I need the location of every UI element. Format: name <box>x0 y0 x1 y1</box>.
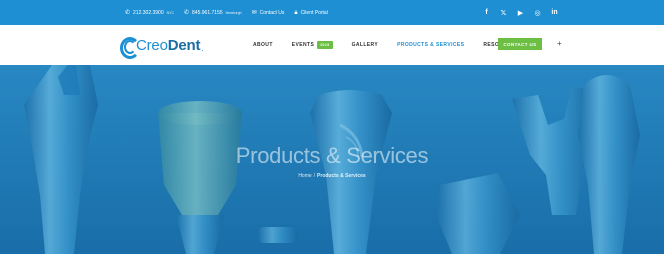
nav-gallery-label: GALLERY <box>351 42 379 48</box>
client-portal-link[interactable]: 🔒︎ Client Portal <box>294 10 327 16</box>
youtube-icon[interactable]: ▶ <box>516 9 525 17</box>
nav-products-services[interactable]: PRODUCTS & SERVICES <box>397 42 464 48</box>
logo-mark-icon <box>120 36 140 59</box>
phone-nyc-link[interactable]: ✆ 212.302.3900 NYC <box>125 10 174 16</box>
instagram-icon[interactable]: ◎ <box>533 9 542 17</box>
phone-newburgh-number: 845.961.7155 <box>192 9 223 16</box>
phone-newburgh-tag: Newburgh <box>225 10 242 15</box>
breadcrumb-home-link[interactable]: Home <box>298 173 311 179</box>
contact-us-label: Contact Us <box>259 9 285 16</box>
phone-nyc-number: 212.302.3900 <box>133 9 164 16</box>
site-header: CreoDent . ABOUT EVENTS 2019 GALLERY PRO… <box>0 25 664 65</box>
facebook-icon[interactable]: f <box>482 9 491 16</box>
breadcrumb-current: Products & Services <box>317 173 366 179</box>
nav-about-label: ABOUT <box>253 42 273 48</box>
phone-newburgh-link[interactable]: ✆ 845.961.7155 Newburgh <box>184 10 242 16</box>
logo-dot: . <box>201 44 204 53</box>
contact-us-button[interactable]: CONTACT US <box>498 38 542 50</box>
nav-gallery[interactable]: GALLERY <box>352 42 379 48</box>
nav-events[interactable]: EVENTS 2019 <box>292 41 333 49</box>
twitter-icon[interactable]: 𝕏 <box>499 9 508 17</box>
phone-icon: ✆ <box>125 9 131 16</box>
search-toggle-icon[interactable]: + <box>557 38 562 50</box>
contact-info: ✆ 212.302.3900 NYC ✆ 845.961.7155 Newbur… <box>125 0 328 25</box>
breadcrumb-separator: / <box>313 173 316 179</box>
nav-about[interactable]: ABOUT <box>253 42 273 48</box>
hero-banner: Products & Services Home / Products & Serv… <box>0 65 664 254</box>
page-title: Products & Services <box>235 143 429 168</box>
logo-text-light: Creo <box>136 36 168 54</box>
creodent-logo[interactable]: CreoDent . <box>120 34 204 59</box>
phone-nyc-tag: NYC <box>166 10 175 15</box>
main-nav: ABOUT EVENTS 2019 GALLERY PRODUCTS & SER… <box>253 25 538 65</box>
social-links: f 𝕏 ▶ ◎ in <box>482 0 559 25</box>
nav-events-label: EVENTS <box>291 42 315 48</box>
top-contact-bar: ✆ 212.302.3900 NYC ✆ 845.961.7155 Newbur… <box>0 0 664 25</box>
logo-text-bold: Dent <box>167 36 201 54</box>
linkedin-icon[interactable]: in <box>550 9 559 16</box>
breadcrumb: Home / Products & Services <box>0 173 664 179</box>
events-year-badge: 2019 <box>317 41 333 49</box>
logo-text: CreoDent <box>136 37 200 54</box>
nav-products-services-label: PRODUCTS & SERVICES <box>397 42 465 48</box>
phone-icon: ✆ <box>184 9 190 16</box>
client-portal-label: Client Portal <box>300 9 328 16</box>
lock-icon: 🔒︎ <box>294 9 298 16</box>
contact-us-link[interactable]: ✉ Contact Us <box>252 10 285 16</box>
envelope-icon: ✉ <box>251 9 257 16</box>
